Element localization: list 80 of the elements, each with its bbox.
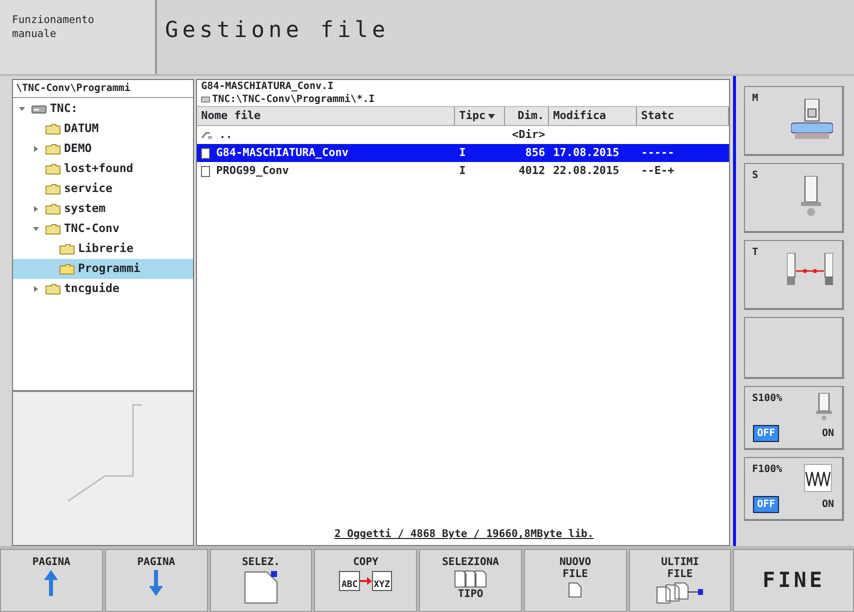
caret-icon	[488, 114, 495, 118]
spindle-icon	[801, 176, 821, 216]
tree-item[interactable]: DATUM	[13, 119, 194, 139]
softkey[interactable]: SELEZ.	[210, 549, 312, 612]
screen-title: Gestione file	[164, 17, 390, 45]
tree-item[interactable]: TNC-Conv	[13, 219, 194, 239]
up-arrow-icon	[44, 570, 58, 596]
side-softkey[interactable]: M	[744, 86, 844, 156]
parent-folder-icon	[201, 130, 214, 140]
folder-icon	[45, 223, 61, 235]
path-label: \TNC-Conv\Programmi	[13, 80, 194, 98]
tree-item[interactable]: Programmi	[13, 259, 194, 279]
documents-icon	[656, 582, 704, 604]
on-toggle[interactable]: ON	[822, 426, 834, 441]
target-document-icon: XYZ	[372, 571, 392, 592]
table-cell-text: <Dir>	[512, 126, 546, 143]
tree-item[interactable]: system	[13, 199, 194, 219]
document-icon	[242, 570, 279, 604]
tree-item[interactable]: TNC:	[13, 99, 194, 119]
table-cell-text: PROG99_Conv	[216, 162, 289, 179]
folder-icon	[45, 163, 61, 175]
tree-item[interactable]: tncguide	[13, 279, 194, 299]
folder-icon	[45, 143, 61, 155]
spindle-icon	[816, 393, 832, 421]
column-header[interactable]: Modifica	[549, 107, 638, 125]
mode-label: Funzionamento manuale	[0, 0, 157, 74]
table-cell-text: I	[459, 162, 466, 179]
softkey[interactable]: COPY ABC XYZ	[314, 549, 418, 612]
column-header[interactable]: Nome file	[197, 107, 456, 125]
side-softkey[interactable]: T	[744, 240, 844, 310]
folder-icon	[45, 123, 61, 135]
tree-item[interactable]: lost+found	[13, 159, 194, 179]
file-row[interactable]: PROG99_Conv I 4012 22.08.2015 --E-+	[197, 162, 730, 180]
current-file-label: G84-MASCHIATURA_Conv.I	[200, 80, 335, 93]
tree-item[interactable]: DEMO	[13, 139, 194, 159]
documents-icon	[454, 570, 488, 588]
on-toggle[interactable]: ON	[822, 497, 834, 512]
table-cell-text: 4012	[518, 162, 546, 179]
side-softkey[interactable]: F100% OFF ON	[744, 457, 844, 521]
side-softkey[interactable]	[744, 317, 844, 379]
softkey[interactable]: NUOVO FILE	[524, 549, 627, 612]
document-icon	[568, 582, 582, 598]
softkey[interactable]: PAGINA	[0, 549, 103, 612]
status-text: 2 Oggetti / 4868 Byte / 19660,8MByte lib.	[334, 527, 594, 542]
zigzag-icon	[804, 464, 832, 492]
filter-path: TNC:\TNC-Conv\Programmi\*.I	[212, 93, 375, 106]
file-icon	[201, 148, 210, 158]
folder-icon	[45, 283, 61, 295]
softkey[interactable]: ULTIMI FILE	[628, 549, 732, 612]
table-cell-text: --E-+	[641, 162, 674, 179]
table-cell-text: 22.08.2015	[553, 162, 620, 179]
column-header[interactable]: Tipc	[455, 107, 506, 125]
table-cell-text: G84-MASCHIATURA_Conv	[216, 144, 349, 161]
drive-icon	[201, 96, 210, 103]
table-cell-text: 856	[525, 144, 546, 161]
tool-change-icon	[787, 253, 833, 285]
folder-icon	[45, 183, 61, 195]
softkey[interactable]: PAGINA	[104, 549, 208, 612]
tree-item[interactable]: service	[13, 179, 194, 199]
side-softkey[interactable]: S100% OFF ON	[744, 386, 844, 450]
table-cell-text: 17.08.2015	[553, 144, 620, 161]
file-row[interactable]: G84-MASCHIATURA_Conv I 856 17.08.2015 -----	[197, 144, 730, 162]
machine-table-icon	[791, 99, 833, 139]
right-arrow-icon	[360, 577, 372, 586]
softkey[interactable]: FINE	[733, 549, 854, 612]
table-cell-text: -----	[641, 144, 674, 161]
table-cell-text: I	[459, 144, 466, 161]
tree-item[interactable]: Librerie	[13, 239, 194, 259]
down-arrow-icon	[149, 570, 164, 596]
file-icon	[201, 166, 210, 176]
file-row[interactable]: .. <Dir>	[197, 126, 730, 144]
folder-icon	[59, 243, 75, 255]
column-header[interactable]: Dim.	[505, 107, 550, 125]
table-cell-text: ..	[219, 126, 232, 143]
side-softkey[interactable]: S	[744, 163, 844, 233]
column-header[interactable]: Statc	[637, 107, 730, 125]
softkey[interactable]: SELEZIONA TIPO	[419, 549, 522, 612]
source-document-icon: ABC	[339, 571, 360, 592]
folder-icon	[45, 203, 61, 215]
drive-icon	[31, 103, 47, 115]
